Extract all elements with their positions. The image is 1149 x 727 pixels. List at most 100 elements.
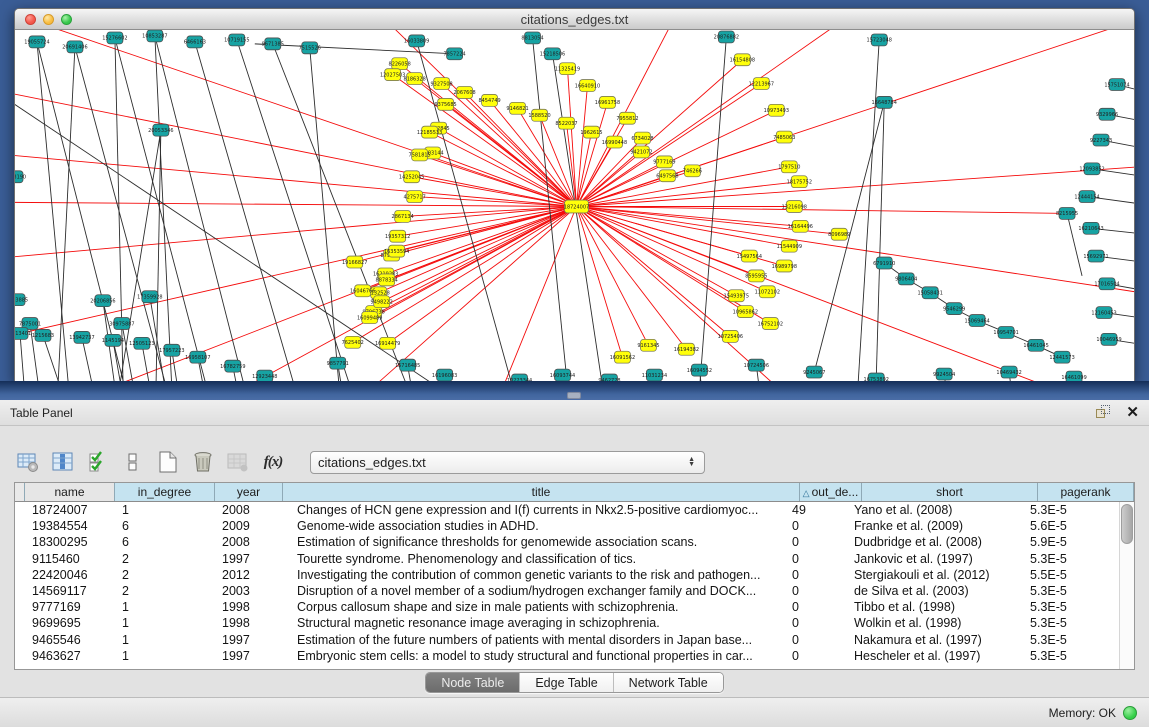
column-header-year[interactable]: year (215, 483, 283, 501)
table-cell: 9699695 (25, 616, 115, 630)
graph-node-label: 10046959 (1096, 337, 1121, 343)
graph-node-label: 16093744 (550, 373, 575, 379)
graph-node-label: 7875001 (19, 321, 41, 327)
tab-edge-table[interactable]: Edge Table (520, 673, 613, 692)
memory-ok-indicator[interactable] (1123, 706, 1137, 720)
graph-node-label: 9857791 (327, 361, 349, 367)
table-row[interactable]: 1872400712008Changes of HCN gene express… (15, 502, 1119, 518)
table-cell: 0 (785, 633, 847, 647)
graph-edge (576, 206, 1134, 337)
graph-node-label: 15723048 (867, 38, 892, 44)
graph-node-label: 17359928 (137, 295, 162, 301)
minimize-window-button[interactable] (43, 14, 54, 25)
graph-edge (1067, 213, 1082, 275)
sort-ascending-icon: △ (803, 488, 810, 498)
graph-edge (446, 104, 577, 206)
graph-edge (15, 30, 576, 206)
graph-edge (388, 206, 577, 343)
table-row[interactable]: 1830029562008Estimation of significance … (15, 534, 1119, 550)
table-row[interactable]: 969969511998Structural magnetic resonanc… (15, 615, 1119, 631)
new-file-icon[interactable] (156, 450, 180, 474)
column-header-out-de-[interactable]: △out_de... (800, 483, 862, 501)
graph-node-label: 10469432 (996, 370, 1021, 376)
graph-node-label: 16958107 (185, 355, 210, 361)
table-cell: Jankovic et al. (1997) (847, 552, 1023, 566)
column-header-title[interactable]: title (283, 483, 800, 501)
table-cell: 1 (115, 633, 215, 647)
table-cell: Franke et al. (2009) (847, 519, 1023, 533)
table-settings-icon[interactable] (16, 450, 40, 474)
column-header-pagerank[interactable]: pagerank (1038, 483, 1134, 501)
graph-node-label: 11544909 (777, 244, 802, 250)
table-scrollbar[interactable] (1119, 502, 1134, 669)
show-column-icon[interactable] (51, 450, 75, 474)
network-canvas[interactable]: 1872400782260581202750381863289327508206… (15, 30, 1134, 382)
graph-node-label: 16196083 (432, 373, 457, 379)
table-row[interactable]: 946362711997Embryonic stem cells: a mode… (15, 648, 1119, 664)
graph-node-label: 9671385 (262, 42, 284, 48)
table-cell: 22420046 (25, 568, 115, 582)
delete-trash-icon[interactable] (191, 450, 215, 474)
graph-node-label: 6497568 (656, 174, 678, 180)
zoom-window-button[interactable] (61, 14, 72, 25)
app-root: citations_edges.txt 18724007822605812027… (0, 0, 1149, 727)
graph-node-label: 16989798 (772, 264, 797, 270)
graph-node-label: 19166827 (342, 260, 367, 266)
table-cell: 0 (785, 519, 847, 533)
column-header-short[interactable]: short (862, 483, 1038, 501)
graph-node-label: 12441573 (1049, 355, 1074, 361)
table-selector-dropdown[interactable]: citations_edges.txt ▲▼ (310, 451, 705, 474)
graph-node-label: 11031234 (642, 373, 667, 379)
graph-node-label: 13942737 (69, 335, 94, 341)
graph-node-label: 20691406 (62, 45, 87, 51)
graph-node-label: 1962615 (580, 130, 602, 136)
function-builder-icon[interactable]: f(x) (261, 450, 285, 474)
row-height-icon[interactable] (121, 450, 145, 474)
graph-node-label: 7955812 (616, 116, 638, 122)
graph-edge (55, 47, 75, 382)
table-cell: 1 (115, 616, 215, 630)
graph-edge (82, 337, 95, 382)
status-bar: Memory: OK (0, 697, 1149, 727)
table-cell: Yano et al. (2008) (847, 503, 1023, 517)
memory-status-label: Memory: OK (1049, 706, 1116, 720)
table-row[interactable]: 1456911722003Disruption of a novel membe… (15, 583, 1119, 599)
graph-node-label: 12505123 (129, 341, 154, 347)
delete-table-disabled-icon (226, 450, 250, 474)
network-window-titlebar[interactable]: citations_edges.txt (15, 9, 1134, 30)
table-cell: Nakamura et al. (1997) (847, 633, 1023, 647)
graph-node-label: 9375685 (435, 102, 457, 108)
column-header-name[interactable]: name (25, 483, 115, 501)
table-cell: 1998 (215, 616, 283, 630)
table-row[interactable]: 911546021997Tourette syndrome. Phenomeno… (15, 551, 1119, 567)
graph-node-label: 15069464 (964, 318, 989, 324)
table-row[interactable]: 946554611997Estimation of the future num… (15, 632, 1119, 648)
select-rows-icon[interactable] (86, 450, 110, 474)
graph-node-label: 16752102 (758, 321, 783, 327)
table-row[interactable]: 2242004622012Investigating the contribut… (15, 567, 1119, 583)
close-panel-icon[interactable]: ✕ (1126, 405, 1139, 420)
tab-network-table[interactable]: Network Table (614, 673, 723, 692)
graph-node-label: 8813054 (521, 36, 543, 42)
table-cell: 2 (115, 584, 215, 598)
graph-node-label: 16194382 (674, 347, 699, 353)
graph-node-label: 7625402 (342, 340, 364, 346)
table-cell: Investigating the contribution of common… (283, 568, 785, 582)
table-cell: 5.9E-5 (1023, 535, 1119, 549)
float-panel-icon[interactable] (1096, 405, 1112, 420)
column-header-in-degree[interactable]: in_degree (115, 483, 215, 501)
table-cell: 1 (115, 600, 215, 614)
graph-node-label: 9924504 (933, 372, 955, 378)
graph-node-label: 7581815 (409, 153, 431, 159)
table-row[interactable]: 977716911998Corpus callosum shape and si… (15, 599, 1119, 615)
table-cell: 0 (785, 600, 847, 614)
tab-node-table[interactable]: Node Table (426, 673, 520, 692)
graph-edge (20, 333, 25, 382)
panel-splitter-handle[interactable] (567, 392, 581, 399)
table-cell: Structural magnetic resonance image aver… (283, 616, 785, 630)
table-scrollbar-thumb[interactable] (1121, 504, 1133, 544)
table-cell: 2 (115, 568, 215, 582)
table-row[interactable]: 1938455462009Genome-wide association stu… (15, 518, 1119, 534)
close-window-button[interactable] (25, 14, 36, 25)
graph-node-label: 11072102 (755, 290, 780, 296)
